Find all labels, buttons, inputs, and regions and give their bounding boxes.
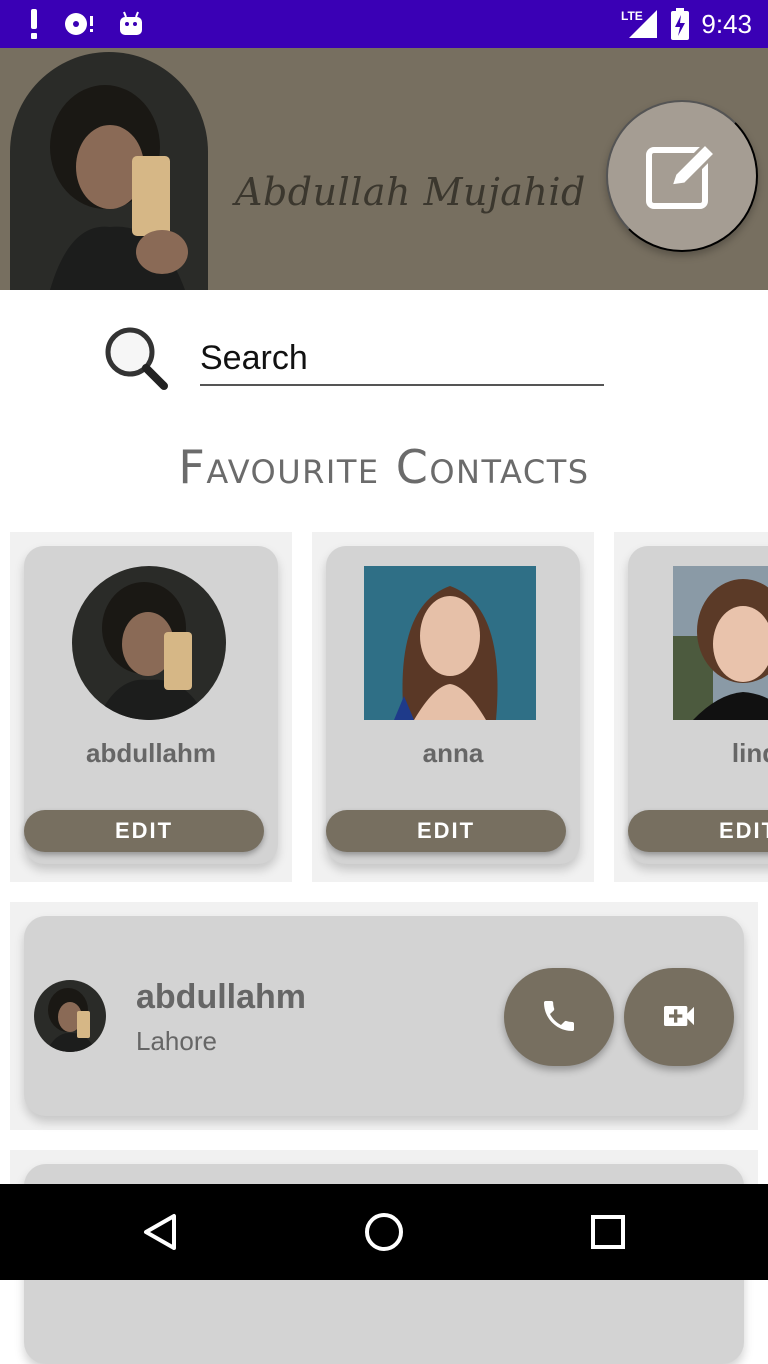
favourites-title: Favourite Contacts: [178, 440, 590, 494]
search-input[interactable]: [200, 332, 604, 386]
signal-icon: LTE: [621, 8, 659, 40]
android-icon: [118, 11, 144, 37]
video-call-button[interactable]: [624, 968, 734, 1066]
favourite-avatar: [72, 566, 226, 720]
favourite-card-slot: abdullahm EDIT: [10, 532, 292, 882]
favourite-card-slot: anna EDIT: [312, 532, 594, 882]
edit-icon: [645, 138, 719, 215]
search-icon[interactable]: [100, 322, 172, 394]
back-icon[interactable]: [132, 1204, 188, 1260]
status-bar: LTE 9:43: [0, 0, 768, 48]
favourite-edit-button[interactable]: EDIT: [24, 810, 264, 852]
call-button[interactable]: [504, 968, 614, 1066]
battery-charging-icon: [671, 8, 690, 40]
network-label: LTE: [621, 9, 643, 23]
user-name: Abdullah Mujahid: [235, 170, 586, 214]
contact-name: abdullahm: [136, 978, 307, 1016]
contact-avatar: [34, 980, 106, 1052]
video-call-icon: [659, 996, 699, 1039]
edit-profile-button[interactable]: [606, 100, 758, 252]
contact-card[interactable]: abdullahm Lahore: [24, 916, 744, 1116]
contact-city: Lahore: [136, 1026, 217, 1056]
favourite-card[interactable]: abdullahm EDIT: [24, 546, 278, 864]
recents-icon[interactable]: [580, 1204, 636, 1260]
favourite-card[interactable]: anna EDIT: [326, 546, 580, 864]
favourite-name: abdullahm: [85, 738, 216, 768]
favourite-avatar: [673, 566, 768, 720]
clock: 9:43: [701, 8, 752, 39]
favourite-card-slot: lind EDIT: [614, 532, 768, 882]
phone-icon: [539, 996, 579, 1039]
favourite-edit-button[interactable]: EDIT: [628, 810, 768, 852]
favourites-carousel[interactable]: abdullahm EDIT anna EDIT lin EDI: [10, 532, 768, 882]
favourite-card[interactable]: lind EDIT: [628, 546, 768, 864]
favourite-name: lind: [731, 738, 768, 768]
favourite-edit-button[interactable]: EDIT: [326, 810, 566, 852]
profile-avatar[interactable]: [10, 52, 208, 290]
alert-icon: [28, 9, 40, 39]
favourite-avatar: [364, 566, 536, 720]
navigation-bar: [0, 1184, 768, 1280]
contact-list-item: abdullahm Lahore: [10, 902, 758, 1130]
favourite-name: anna: [422, 738, 484, 768]
home-icon[interactable]: [356, 1204, 412, 1260]
media-icon: [62, 10, 96, 38]
